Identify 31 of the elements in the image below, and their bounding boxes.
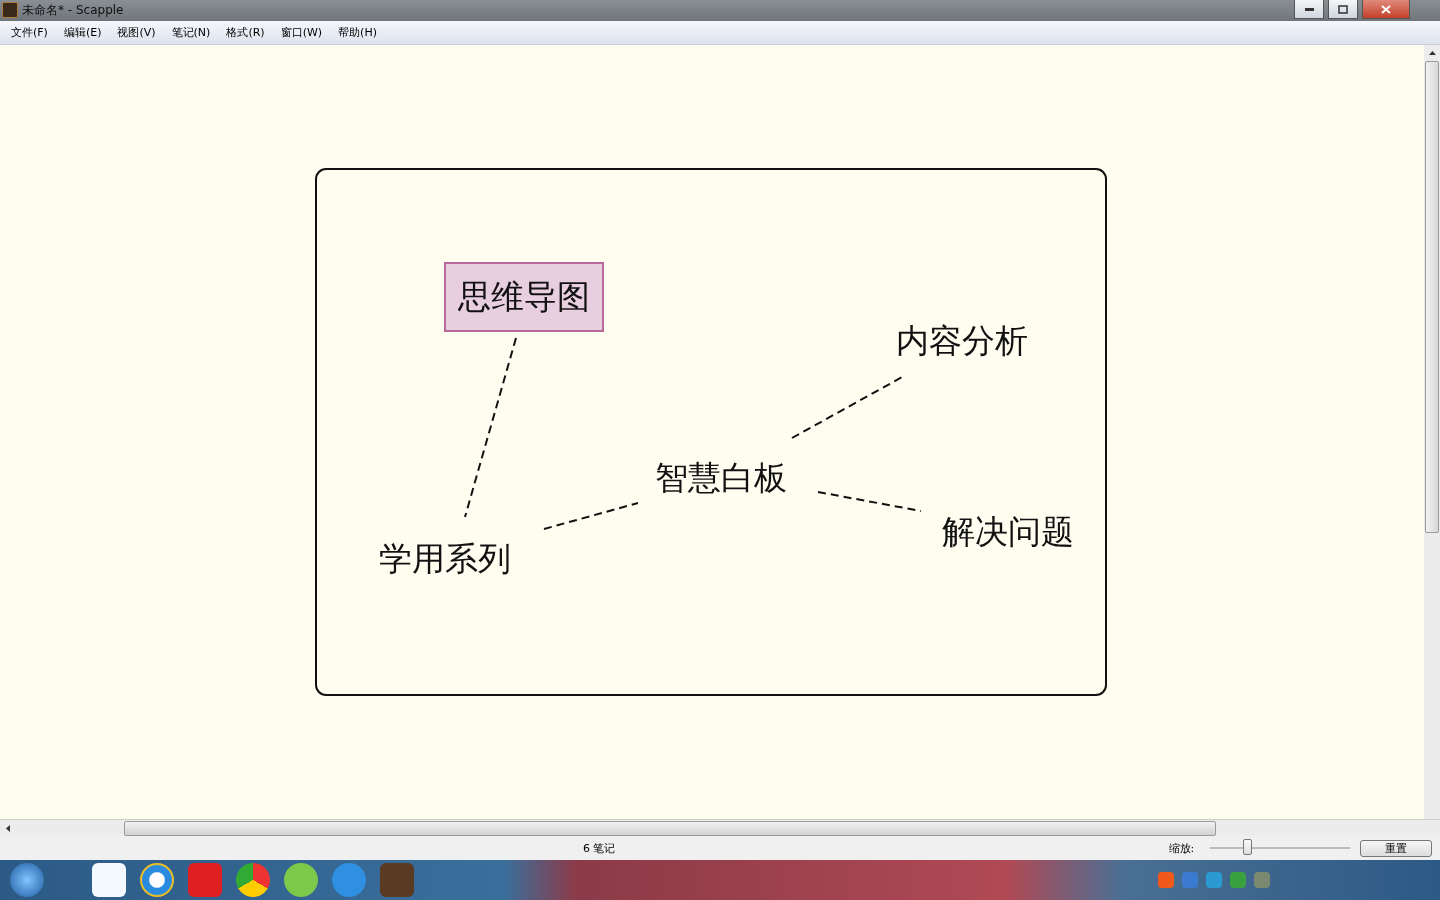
close-icon xyxy=(1381,4,1391,14)
tray-icon[interactable] xyxy=(1230,872,1246,888)
menu-item[interactable]: 编辑(E) xyxy=(55,24,110,40)
note-text[interactable]: 学用系列 xyxy=(379,538,511,579)
app-icon xyxy=(2,2,18,19)
menu-item[interactable]: 格式(R) xyxy=(218,24,273,40)
menu-item[interactable]: 帮助(H) xyxy=(330,24,385,40)
menu-item[interactable]: 窗口(W) xyxy=(272,24,331,40)
menu-item[interactable]: 笔记(N) xyxy=(163,24,219,40)
window-title: 未命名* - Scapple xyxy=(22,2,125,19)
menu-item[interactable]: 文件(F) xyxy=(3,24,56,40)
note-count: 6 笔记 xyxy=(583,840,616,856)
note-text[interactable]: 智慧白板 xyxy=(655,457,787,498)
minimize-icon xyxy=(1304,7,1314,11)
maximize-icon xyxy=(1338,4,1348,14)
app-icon[interactable] xyxy=(92,863,126,897)
reset-button[interactable]: 重置 xyxy=(1360,839,1433,857)
note-box[interactable]: 思维导图 xyxy=(444,261,604,332)
tray-icon[interactable] xyxy=(1158,872,1174,888)
tray-icon[interactable] xyxy=(1206,872,1222,888)
up-arrow-icon[interactable] xyxy=(1428,50,1436,55)
close-button[interactable] xyxy=(1362,0,1410,19)
start-icon[interactable] xyxy=(10,863,44,897)
slider-thumb[interactable] xyxy=(1242,839,1252,856)
menu-item[interactable]: 视图(V) xyxy=(109,24,164,40)
left-arrow-icon[interactable] xyxy=(6,824,10,832)
note-text[interactable]: 解决问题 xyxy=(942,511,1074,552)
note-text[interactable]: 内容分析 xyxy=(896,320,1028,361)
zoom-label: 缩放: xyxy=(1168,840,1195,856)
maximize-button[interactable] xyxy=(1328,0,1358,19)
minimize-button[interactable] xyxy=(1294,0,1324,19)
